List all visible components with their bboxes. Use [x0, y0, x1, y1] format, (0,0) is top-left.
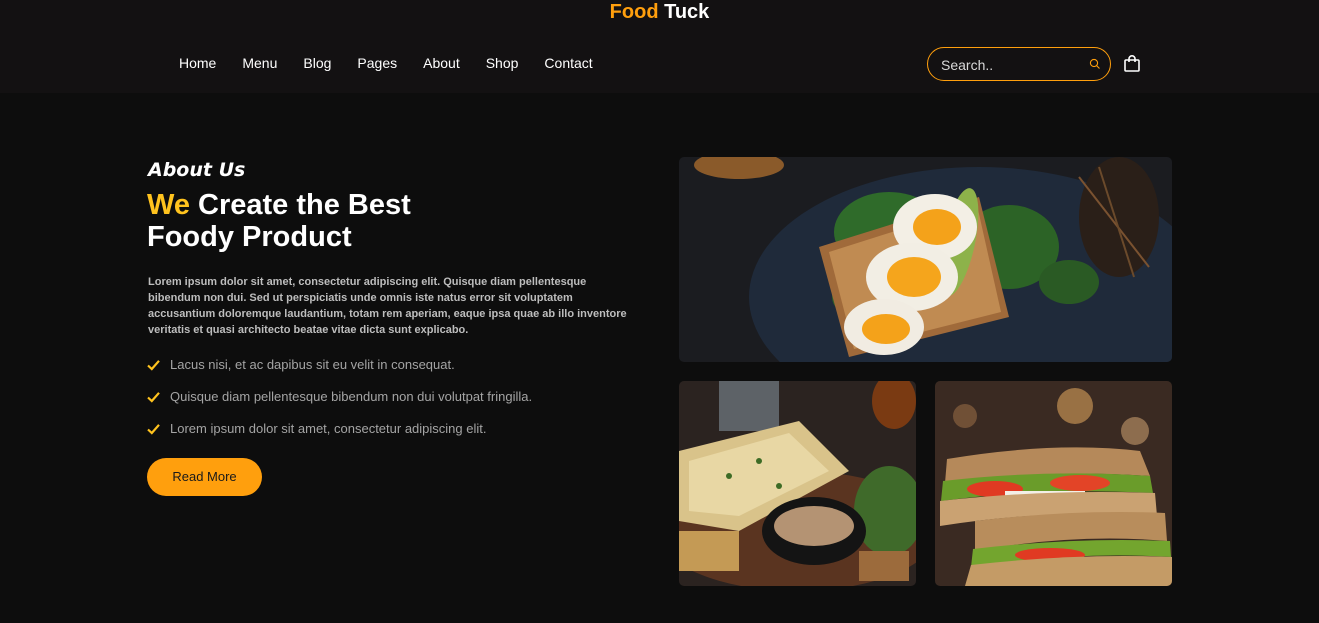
search-icon[interactable]	[1089, 58, 1101, 70]
nav-blog[interactable]: Blog	[303, 55, 331, 71]
brand-logo-part1: Food	[609, 1, 659, 23]
egg-toast-image	[679, 157, 1172, 362]
section-headline: We Create the Best Foody Product	[147, 189, 411, 253]
site-header: Food Tuck Home Menu Blog Pages About Sho…	[0, 0, 1319, 93]
about-paragraph: Lorem ipsum dolor sit amet, consectetur …	[148, 276, 627, 336]
list-item: Lacus nisi, et ac dapibus sit eu velit i…	[147, 357, 532, 389]
nav-pages[interactable]: Pages	[357, 55, 397, 71]
sandwich-image	[935, 381, 1172, 586]
search-box	[927, 47, 1111, 81]
brand-logo-part2: Tuck	[664, 1, 710, 23]
nav-contact[interactable]: Contact	[544, 55, 592, 71]
grilled-bread-image	[679, 381, 916, 586]
nav-menu[interactable]: Menu	[242, 55, 277, 71]
list-item-label: Quisque diam pellentesque bibendum non d…	[170, 389, 533, 404]
read-more-button[interactable]: Read More	[147, 458, 262, 496]
check-icon	[147, 360, 160, 371]
nav-shop[interactable]: Shop	[486, 55, 519, 71]
headline-line2: Foody Product	[147, 221, 352, 253]
headline-line1: Create the Best	[189, 189, 411, 221]
nav-about[interactable]: About	[423, 55, 460, 71]
headline-accent: We	[147, 189, 190, 221]
check-icon	[147, 392, 160, 403]
list-item-label: Lorem ipsum dolor sit amet, consectetur …	[170, 421, 487, 436]
shopping-bag-icon[interactable]	[1124, 55, 1140, 72]
list-item: Quisque diam pellentesque bibendum non d…	[147, 389, 532, 421]
list-item-label: Lacus nisi, et ac dapibus sit eu velit i…	[170, 357, 455, 372]
search-input[interactable]	[941, 56, 1081, 74]
nav-home[interactable]: Home	[179, 55, 216, 71]
feature-checklist: Lacus nisi, et ac dapibus sit eu velit i…	[147, 357, 532, 453]
list-item: Lorem ipsum dolor sit amet, consectetur …	[147, 421, 532, 453]
brand-logo[interactable]: Food Tuck	[0, 1, 1319, 23]
check-icon	[147, 424, 160, 435]
section-eyebrow: About Us	[148, 159, 246, 181]
main-nav: Home Menu Blog Pages About Shop Contact	[179, 55, 619, 71]
